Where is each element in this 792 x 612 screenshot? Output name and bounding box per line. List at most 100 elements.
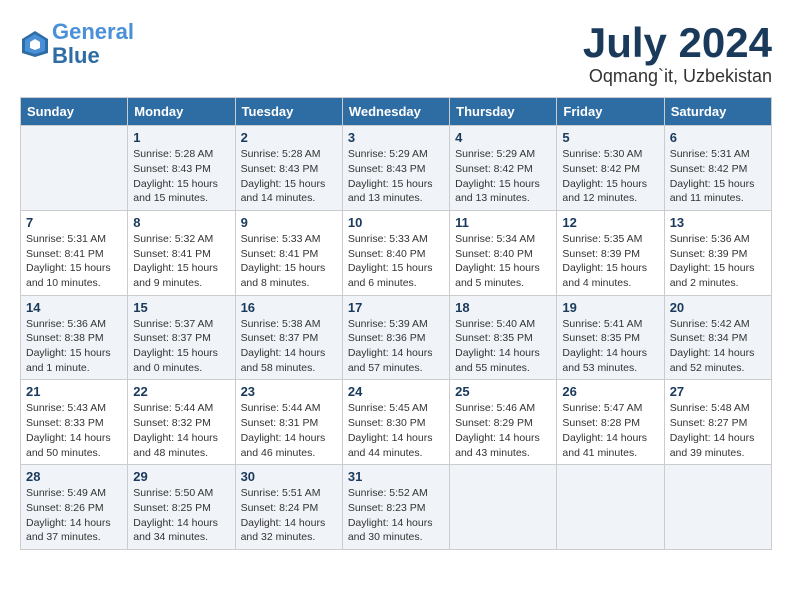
calendar-cell: 22 Sunrise: 5:44 AM Sunset: 8:32 PM Dayli… (128, 380, 235, 465)
day-info: Sunrise: 5:32 AM Sunset: 8:41 PM Dayligh… (133, 232, 229, 291)
calendar-cell (21, 126, 128, 211)
calendar-cell: 2 Sunrise: 5:28 AM Sunset: 8:43 PM Daylig… (235, 126, 342, 211)
calendar-cell: 6Sunrise: 5:31 AM Sunset: 8:42 PM Daylig… (664, 126, 771, 211)
day-number: 11 (455, 215, 551, 230)
month-title: July 2024 (583, 20, 772, 66)
day-info: Sunrise: 5:30 AM Sunset: 8:42 PM Dayligh… (562, 147, 658, 206)
calendar-cell: 17 Sunrise: 5:39 AM Sunset: 8:36 PM Dayli… (342, 295, 449, 380)
day-number: 14 (26, 300, 122, 315)
day-number: 30 (241, 469, 337, 484)
day-info: Sunrise: 5:34 AM Sunset: 8:40 PM Dayligh… (455, 232, 551, 291)
weekday-header-thursday: Thursday (450, 98, 557, 126)
day-number: 10 (348, 215, 444, 230)
title-block: July 2024 Oqmang`it, Uzbekistan (583, 20, 772, 87)
day-info: Sunrise: 5:33 AM Sunset: 8:41 PM Dayligh… (241, 232, 337, 291)
calendar-week-row: 14 Sunrise: 5:36 AM Sunset: 8:38 PM Dayli… (21, 295, 772, 380)
calendar-cell: 12Sunrise: 5:35 AM Sunset: 8:39 PM Dayli… (557, 210, 664, 295)
day-number: 23 (241, 384, 337, 399)
day-info: Sunrise: 5:52 AM Sunset: 8:23 PM Dayligh… (348, 486, 444, 545)
day-number: 17 (348, 300, 444, 315)
day-number: 18 (455, 300, 551, 315)
page-header: GeneralBlue July 2024 Oqmang`it, Uzbekis… (20, 20, 772, 87)
weekday-header-saturday: Saturday (664, 98, 771, 126)
day-number: 16 (241, 300, 337, 315)
day-number: 28 (26, 469, 122, 484)
calendar-cell: 3 Sunrise: 5:29 AM Sunset: 8:43 PM Daylig… (342, 126, 449, 211)
day-info: Sunrise: 5:29 AM Sunset: 8:43 PM Dayligh… (348, 147, 444, 206)
logo-icon (20, 29, 50, 59)
calendar-cell: 14 Sunrise: 5:36 AM Sunset: 8:38 PM Dayli… (21, 295, 128, 380)
day-number: 8 (133, 215, 229, 230)
day-number: 4 (455, 130, 551, 145)
calendar-cell: 18Sunrise: 5:40 AM Sunset: 8:35 PM Dayli… (450, 295, 557, 380)
day-info: Sunrise: 5:35 AM Sunset: 8:39 PM Dayligh… (562, 232, 658, 291)
calendar-cell: 31 Sunrise: 5:52 AM Sunset: 8:23 PM Dayli… (342, 465, 449, 550)
day-number: 7 (26, 215, 122, 230)
calendar-cell: 30Sunrise: 5:51 AM Sunset: 8:24 PM Dayli… (235, 465, 342, 550)
day-number: 24 (348, 384, 444, 399)
day-info: Sunrise: 5:48 AM Sunset: 8:27 PM Dayligh… (670, 401, 766, 460)
day-number: 1 (133, 130, 229, 145)
weekday-header-sunday: Sunday (21, 98, 128, 126)
day-info: Sunrise: 5:31 AM Sunset: 8:41 PM Dayligh… (26, 232, 122, 291)
day-number: 13 (670, 215, 766, 230)
day-number: 29 (133, 469, 229, 484)
day-number: 26 (562, 384, 658, 399)
logo: GeneralBlue (20, 20, 134, 68)
weekday-header-friday: Friday (557, 98, 664, 126)
calendar-week-row: 21 Sunrise: 5:43 AM Sunset: 8:33 PM Dayli… (21, 380, 772, 465)
day-number: 31 (348, 469, 444, 484)
day-number: 5 (562, 130, 658, 145)
day-info: Sunrise: 5:46 AM Sunset: 8:29 PM Dayligh… (455, 401, 551, 460)
day-number: 25 (455, 384, 551, 399)
calendar-cell: 25 Sunrise: 5:46 AM Sunset: 8:29 PM Dayli… (450, 380, 557, 465)
day-info: Sunrise: 5:45 AM Sunset: 8:30 PM Dayligh… (348, 401, 444, 460)
calendar-cell: 8 Sunrise: 5:32 AM Sunset: 8:41 PM Daylig… (128, 210, 235, 295)
calendar-cell: 16 Sunrise: 5:38 AM Sunset: 8:37 PM Dayli… (235, 295, 342, 380)
weekday-header-wednesday: Wednesday (342, 98, 449, 126)
day-info: Sunrise: 5:44 AM Sunset: 8:31 PM Dayligh… (241, 401, 337, 460)
day-info: Sunrise: 5:44 AM Sunset: 8:32 PM Dayligh… (133, 401, 229, 460)
calendar-cell: 23 Sunrise: 5:44 AM Sunset: 8:31 PM Dayli… (235, 380, 342, 465)
day-number: 9 (241, 215, 337, 230)
day-info: Sunrise: 5:29 AM Sunset: 8:42 PM Dayligh… (455, 147, 551, 206)
day-info: Sunrise: 5:49 AM Sunset: 8:26 PM Dayligh… (26, 486, 122, 545)
calendar-week-row: 7 Sunrise: 5:31 AM Sunset: 8:41 PM Daylig… (21, 210, 772, 295)
calendar-cell: 5 Sunrise: 5:30 AM Sunset: 8:42 PM Daylig… (557, 126, 664, 211)
day-info: Sunrise: 5:36 AM Sunset: 8:38 PM Dayligh… (26, 317, 122, 376)
day-number: 21 (26, 384, 122, 399)
calendar-cell: 9 Sunrise: 5:33 AM Sunset: 8:41 PM Daylig… (235, 210, 342, 295)
weekday-header-tuesday: Tuesday (235, 98, 342, 126)
day-info: Sunrise: 5:31 AM Sunset: 8:42 PM Dayligh… (670, 147, 766, 206)
weekday-header-row: SundayMondayTuesdayWednesdayThursdayFrid… (21, 98, 772, 126)
calendar-cell: 10Sunrise: 5:33 AM Sunset: 8:40 PM Dayli… (342, 210, 449, 295)
day-info: Sunrise: 5:43 AM Sunset: 8:33 PM Dayligh… (26, 401, 122, 460)
calendar-cell: 15 Sunrise: 5:37 AM Sunset: 8:37 PM Dayli… (128, 295, 235, 380)
day-info: Sunrise: 5:50 AM Sunset: 8:25 PM Dayligh… (133, 486, 229, 545)
day-number: 22 (133, 384, 229, 399)
day-number: 15 (133, 300, 229, 315)
calendar-cell: 21 Sunrise: 5:43 AM Sunset: 8:33 PM Dayli… (21, 380, 128, 465)
calendar-cell: 24 Sunrise: 5:45 AM Sunset: 8:30 PM Dayli… (342, 380, 449, 465)
calendar-cell: 13Sunrise: 5:36 AM Sunset: 8:39 PM Dayli… (664, 210, 771, 295)
day-info: Sunrise: 5:38 AM Sunset: 8:37 PM Dayligh… (241, 317, 337, 376)
day-number: 20 (670, 300, 766, 315)
calendar-cell: 19 Sunrise: 5:41 AM Sunset: 8:35 PM Dayli… (557, 295, 664, 380)
calendar-week-row: 1 Sunrise: 5:28 AM Sunset: 8:43 PM Daylig… (21, 126, 772, 211)
calendar-cell: 27Sunrise: 5:48 AM Sunset: 8:27 PM Dayli… (664, 380, 771, 465)
calendar-cell: 4 Sunrise: 5:29 AM Sunset: 8:42 PM Daylig… (450, 126, 557, 211)
day-info: Sunrise: 5:47 AM Sunset: 8:28 PM Dayligh… (562, 401, 658, 460)
calendar-cell: 26 Sunrise: 5:47 AM Sunset: 8:28 PM Dayli… (557, 380, 664, 465)
day-info: Sunrise: 5:28 AM Sunset: 8:43 PM Dayligh… (133, 147, 229, 206)
day-info: Sunrise: 5:39 AM Sunset: 8:36 PM Dayligh… (348, 317, 444, 376)
day-number: 3 (348, 130, 444, 145)
day-info: Sunrise: 5:28 AM Sunset: 8:43 PM Dayligh… (241, 147, 337, 206)
day-number: 2 (241, 130, 337, 145)
day-info: Sunrise: 5:37 AM Sunset: 8:37 PM Dayligh… (133, 317, 229, 376)
calendar-cell: 11 Sunrise: 5:34 AM Sunset: 8:40 PM Dayli… (450, 210, 557, 295)
calendar-week-row: 28 Sunrise: 5:49 AM Sunset: 8:26 PM Dayli… (21, 465, 772, 550)
calendar-cell: 28 Sunrise: 5:49 AM Sunset: 8:26 PM Dayli… (21, 465, 128, 550)
calendar-cell: 29 Sunrise: 5:50 AM Sunset: 8:25 PM Dayli… (128, 465, 235, 550)
day-info: Sunrise: 5:41 AM Sunset: 8:35 PM Dayligh… (562, 317, 658, 376)
day-number: 19 (562, 300, 658, 315)
